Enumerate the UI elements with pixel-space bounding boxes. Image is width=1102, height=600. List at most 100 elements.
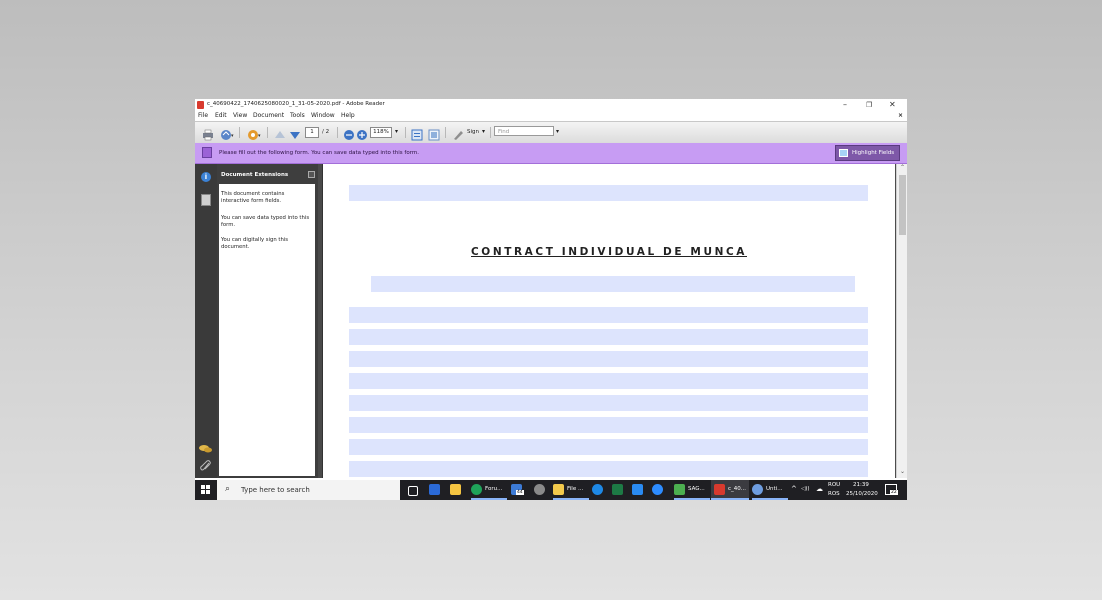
running-indicator bbox=[553, 498, 589, 500]
language-top[interactable]: ROU bbox=[828, 482, 840, 488]
language-bottom[interactable]: ROS bbox=[828, 491, 840, 497]
document-area: CONTRACT INDIVIDUAL DE MUNCA bbox=[322, 164, 896, 478]
next-page-icon[interactable] bbox=[289, 126, 301, 139]
form-field[interactable] bbox=[371, 276, 855, 292]
menu-edit[interactable]: Edit bbox=[215, 112, 227, 119]
form-field[interactable] bbox=[349, 461, 868, 477]
find-dropdown-arrow[interactable]: ▾ bbox=[556, 128, 559, 135]
running-indicator bbox=[471, 498, 507, 500]
pdf-page: CONTRACT INDIVIDUAL DE MUNCA bbox=[322, 164, 895, 478]
form-field[interactable] bbox=[349, 329, 868, 345]
signatures-icon[interactable] bbox=[199, 438, 212, 453]
tray-chevron-icon[interactable]: ^ bbox=[791, 485, 797, 493]
title-bar: c_40690422_1740625080020_1_31-05-2020.pd… bbox=[195, 99, 907, 111]
sign-pen-icon[interactable] bbox=[452, 126, 464, 140]
sign-button[interactable]: Sign bbox=[467, 129, 479, 135]
health-plus-app-icon[interactable] bbox=[632, 484, 643, 495]
form-field[interactable] bbox=[349, 307, 868, 323]
windows-taskbar: ⌕ Type here to search Foru... 44 File ..… bbox=[195, 480, 907, 500]
document-close-button[interactable]: × bbox=[898, 112, 903, 119]
close-button[interactable]: ✕ bbox=[889, 99, 896, 111]
form-message: Please fill out the following form. You … bbox=[219, 150, 419, 156]
teamviewer-icon[interactable] bbox=[592, 484, 603, 495]
zoom-app-icon[interactable] bbox=[652, 484, 663, 495]
previous-page-icon[interactable] bbox=[274, 126, 286, 138]
panel-text-form-fields: This document contains interactive form … bbox=[221, 191, 285, 204]
menu-view[interactable]: View bbox=[233, 112, 247, 119]
document-extensions-info-icon[interactable]: i bbox=[201, 172, 211, 182]
adobe-reader-window: c_40690422_1740625080020_1_31-05-2020.pd… bbox=[195, 99, 907, 500]
form-field[interactable] bbox=[349, 439, 868, 455]
volume-icon[interactable]: ◁)) bbox=[801, 486, 810, 492]
collaborate-icon[interactable]: ▾ bbox=[247, 126, 261, 140]
print-icon[interactable] bbox=[202, 126, 214, 141]
zoom-in-icon[interactable] bbox=[356, 126, 368, 140]
paint-app-icon[interactable] bbox=[752, 484, 763, 495]
form-field[interactable] bbox=[349, 351, 868, 367]
form-field[interactable] bbox=[349, 185, 868, 201]
panel-body: This document contains interactive form … bbox=[219, 184, 315, 476]
taskbar-app-label-pdf[interactable]: c_40... bbox=[728, 486, 746, 492]
sign-dropdown-arrow[interactable]: ▾ bbox=[482, 128, 485, 135]
menu-document[interactable]: Document bbox=[253, 112, 284, 119]
document-extensions-panel: Document Extensions This document contai… bbox=[217, 164, 318, 478]
form-field[interactable] bbox=[349, 395, 868, 411]
highlight-fields-button[interactable]: Highlight Fields bbox=[835, 145, 900, 161]
mail-badge: 44 bbox=[516, 490, 524, 495]
store-app-icon[interactable] bbox=[450, 484, 461, 495]
taskbar-app-label-forum[interactable]: Foru... bbox=[485, 486, 502, 492]
svg-text:▾: ▾ bbox=[231, 133, 234, 139]
menu-window[interactable]: Window bbox=[311, 112, 335, 119]
taskbar-search-box[interactable]: ⌕ Type here to search bbox=[217, 480, 400, 500]
running-indicator bbox=[752, 498, 788, 500]
taskbar-search-placeholder: Type here to search bbox=[241, 486, 310, 494]
svg-text:▾: ▾ bbox=[258, 133, 261, 139]
highlight-fields-icon bbox=[839, 149, 848, 157]
menu-tools[interactable]: Tools bbox=[290, 112, 305, 119]
navigation-rail: i bbox=[195, 164, 217, 478]
edge-browser-icon[interactable] bbox=[471, 484, 482, 495]
scroll-thumb[interactable] bbox=[899, 175, 906, 235]
find-input[interactable]: Find bbox=[494, 126, 554, 136]
saga-app-icon[interactable] bbox=[674, 484, 685, 495]
fit-page-icon[interactable] bbox=[411, 126, 423, 141]
pdf-file-icon bbox=[197, 101, 204, 109]
page-total: / 2 bbox=[322, 129, 330, 135]
running-indicator bbox=[711, 498, 749, 500]
fit-width-icon[interactable] bbox=[428, 126, 440, 141]
facebook-app-icon[interactable] bbox=[429, 484, 440, 495]
scroll-up-arrow[interactable]: ⌃ bbox=[898, 164, 907, 171]
excel-icon[interactable] bbox=[612, 484, 623, 495]
clock-time[interactable]: 21:39 bbox=[853, 482, 869, 488]
vertical-scrollbar[interactable]: ⌃ ⌄ bbox=[896, 164, 907, 478]
zoom-dropdown-arrow[interactable]: ▾ bbox=[395, 128, 398, 135]
file-explorer-icon[interactable] bbox=[553, 484, 564, 495]
form-field[interactable] bbox=[349, 417, 868, 433]
form-field[interactable] bbox=[349, 373, 868, 389]
notification-count: 22 bbox=[890, 490, 898, 495]
scroll-down-arrow[interactable]: ⌄ bbox=[898, 468, 907, 475]
attachments-paperclip-icon[interactable] bbox=[200, 457, 212, 471]
running-indicator bbox=[674, 498, 710, 500]
document-heading: CONTRACT INDIVIDUAL DE MUNCA bbox=[471, 246, 747, 258]
settings-app-icon[interactable] bbox=[534, 484, 545, 495]
share-icon[interactable]: ▾ bbox=[220, 126, 234, 140]
onedrive-cloud-icon[interactable]: ☁ bbox=[816, 485, 823, 493]
windows-start-icon[interactable] bbox=[201, 485, 210, 494]
minimize-button[interactable]: – bbox=[843, 99, 847, 111]
menu-help[interactable]: Help bbox=[341, 112, 355, 119]
task-view-icon[interactable] bbox=[408, 486, 418, 496]
zoom-out-icon[interactable] bbox=[343, 126, 355, 140]
page-number-input[interactable]: 1 bbox=[305, 127, 319, 138]
taskbar-app-label-saga[interactable]: SAG... bbox=[688, 486, 705, 492]
panel-options-button[interactable] bbox=[308, 171, 315, 178]
menu-bar: File Edit View Document Tools Window Hel… bbox=[195, 111, 907, 121]
pages-icon[interactable] bbox=[201, 194, 211, 206]
zoom-level-input[interactable]: 118% bbox=[370, 127, 392, 138]
menu-file[interactable]: File bbox=[198, 112, 208, 119]
maximize-button[interactable]: ❐ bbox=[866, 99, 872, 111]
clock-date[interactable]: 25/10/2020 bbox=[846, 491, 878, 497]
taskbar-app-label-untitled[interactable]: Unti... bbox=[766, 486, 782, 492]
taskbar-app-label-file[interactable]: File ... bbox=[567, 486, 583, 492]
adobe-reader-taskbar-icon[interactable] bbox=[714, 484, 725, 495]
